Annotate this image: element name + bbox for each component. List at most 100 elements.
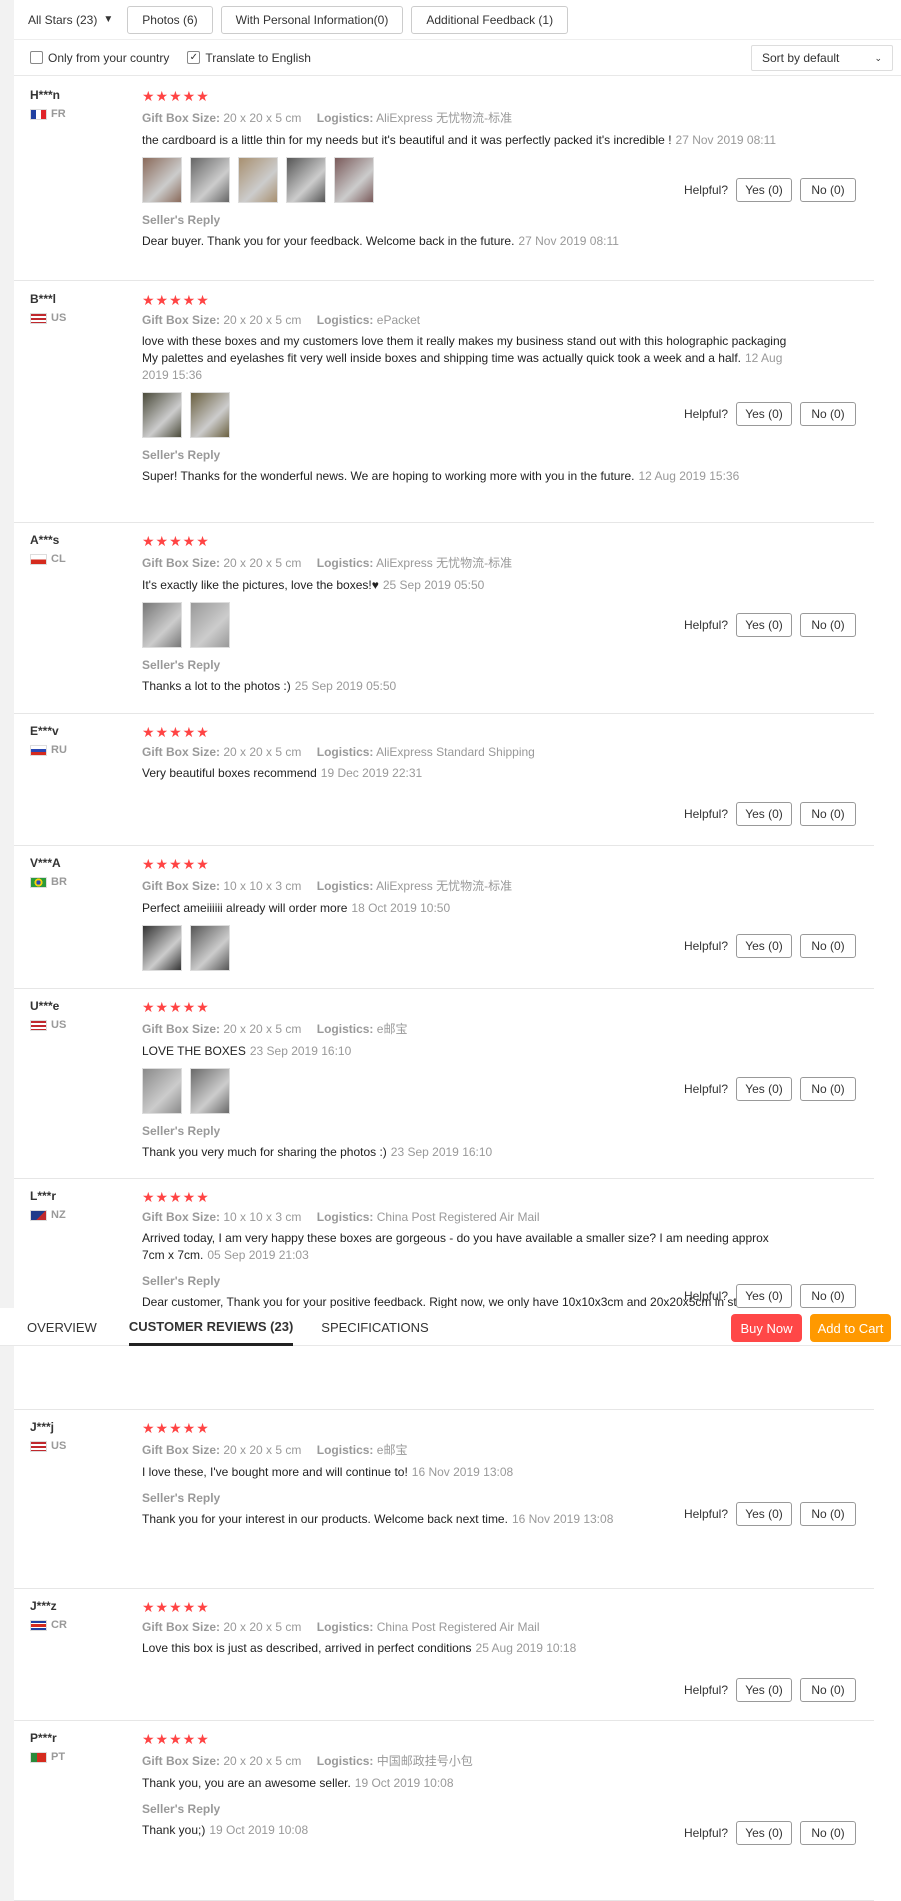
seller-reply-date: 19 Oct 2019 10:08 xyxy=(209,1823,309,1837)
review-photo-thumbnail[interactable] xyxy=(190,157,230,203)
reviewer-country: BR xyxy=(30,876,67,888)
sort-label: Sort by default xyxy=(762,51,840,65)
helpful-yes-button[interactable]: Yes (0) xyxy=(736,934,792,958)
flag-icon xyxy=(30,1619,47,1631)
helpful-yes-button[interactable]: Yes (0) xyxy=(736,802,792,826)
chevron-down-icon: ⌄ xyxy=(874,52,882,63)
reviewer-name: U***e xyxy=(30,999,60,1013)
review-item: V***A BR ★★★★★ Gift Box Size: 10 x 10 x … xyxy=(14,846,874,989)
reviewer-info: V***A BR xyxy=(30,856,67,888)
helpful-no-button[interactable]: No (0) xyxy=(800,1678,856,1702)
flag-icon xyxy=(30,876,47,888)
review-date: 16 Nov 2019 13:08 xyxy=(411,1465,514,1479)
helpful-controls: Helpful? Yes (0) No (0) xyxy=(684,613,856,637)
helpful-no-button[interactable]: No (0) xyxy=(800,1284,856,1308)
translate-checkbox[interactable]: ✓ Translate to English xyxy=(187,51,311,65)
helpful-label: Helpful? xyxy=(683,807,728,821)
reviewer-country: FR xyxy=(30,108,66,120)
additional-feedback-filter-button[interactable]: Additional Feedback (1) xyxy=(411,5,569,34)
logistics-value: ePacket xyxy=(376,313,421,327)
review-photo-thumbnail[interactable] xyxy=(286,157,326,203)
reviewer-info: H***n FR xyxy=(30,88,66,120)
photos-filter-button[interactable]: Photos (6) xyxy=(127,5,213,34)
chevron-down-icon: ▼ xyxy=(103,14,114,25)
review-meta: Gift Box Size: 20 x 20 x 5 cm Logistics:… xyxy=(142,313,787,327)
review-date: 25 Sep 2019 05:50 xyxy=(382,578,485,592)
buy-now-button[interactable]: Buy Now xyxy=(731,1314,802,1342)
logistics-label: Logistics: xyxy=(316,313,374,327)
review-meta: Gift Box Size: 20 x 20 x 5 cm Logistics:… xyxy=(142,745,787,759)
review-photo-thumbnail[interactable] xyxy=(142,602,182,648)
sort-select[interactable]: Sort by default ⌄ xyxy=(751,45,893,71)
seller-reply-date: 16 Nov 2019 13:08 xyxy=(511,1512,614,1526)
reviewer-info: P***r PT xyxy=(30,1731,65,1763)
country-code: US xyxy=(51,1019,67,1031)
reviewer-country: NZ xyxy=(30,1209,66,1221)
review-photo-thumbnail[interactable] xyxy=(190,392,230,438)
helpful-no-button[interactable]: No (0) xyxy=(800,613,856,637)
reviewer-name: J***j xyxy=(30,1420,55,1434)
reviewer-country: PT xyxy=(30,1751,65,1763)
reviewer-country: US xyxy=(30,312,66,324)
review-photo-thumbnail[interactable] xyxy=(334,157,374,203)
helpful-no-button[interactable]: No (0) xyxy=(800,402,856,426)
personal-info-filter-button[interactable]: With Personal Information(0) xyxy=(220,5,404,34)
helpful-yes-button[interactable]: Yes (0) xyxy=(736,613,792,637)
size-value: 10 x 10 x 3 cm xyxy=(223,1210,302,1224)
reviewer-country: US xyxy=(30,1440,66,1452)
helpful-controls: Helpful? Yes (0) No (0) xyxy=(684,1502,856,1526)
helpful-yes-button[interactable]: Yes (0) xyxy=(736,1284,792,1308)
flag-icon xyxy=(30,1209,47,1221)
review-meta: Gift Box Size: 20 x 20 x 5 cm Logistics:… xyxy=(142,1620,787,1634)
review-photo-thumbnail[interactable] xyxy=(190,1068,230,1114)
helpful-controls: Helpful? Yes (0) No (0) xyxy=(684,1077,856,1101)
tab-overview[interactable]: OVERVIEW xyxy=(27,1308,97,1346)
helpful-no-button[interactable]: No (0) xyxy=(800,1502,856,1526)
logistics-label: Logistics: xyxy=(316,111,374,125)
review-photo-thumbnail[interactable] xyxy=(238,157,278,203)
review-meta: Gift Box Size: 20 x 20 x 5 cm Logistics:… xyxy=(142,109,787,126)
helpful-yes-button[interactable]: Yes (0) xyxy=(736,178,792,202)
helpful-yes-button[interactable]: Yes (0) xyxy=(736,1678,792,1702)
helpful-label: Helpful? xyxy=(683,1683,728,1697)
review-photo-thumbnail[interactable] xyxy=(142,1068,182,1114)
review-photo-thumbnail[interactable] xyxy=(142,157,182,203)
review-photo-thumbnail[interactable] xyxy=(190,925,230,971)
country-code: US xyxy=(51,312,67,324)
logistics-value: AliExpress 无忧物流-标准 xyxy=(376,111,513,125)
reviewer-name: J***z xyxy=(30,1599,57,1613)
add-to-cart-button[interactable]: Add to Cart xyxy=(810,1314,891,1342)
checkbox-unchecked-icon xyxy=(30,51,43,64)
helpful-no-button[interactable]: No (0) xyxy=(800,934,856,958)
review-text: LOVE THE BOXES 23 Sep 2019 16:10 xyxy=(142,1044,352,1058)
helpful-no-button[interactable]: No (0) xyxy=(800,1821,856,1845)
review-item: U***e US ★★★★★ Gift Box Size: 20 x 20 x … xyxy=(14,989,874,1179)
reviewer-info: E***v RU xyxy=(30,724,67,756)
review-photo-thumbnail[interactable] xyxy=(190,602,230,648)
rating-stars: ★★★★★ xyxy=(142,856,210,872)
size-value: 20 x 20 x 5 cm xyxy=(223,1754,302,1768)
seller-reply-heading: Seller's Reply xyxy=(142,658,221,672)
review-date: 18 Oct 2019 10:50 xyxy=(351,901,451,915)
only-country-checkbox[interactable]: Only from your country xyxy=(30,51,169,65)
tab-customer-reviews[interactable]: CUSTOMER REVIEWS (23) xyxy=(128,1308,294,1346)
helpful-yes-button[interactable]: Yes (0) xyxy=(736,1077,792,1101)
review-meta: Gift Box Size: 10 x 10 x 3 cm Logistics:… xyxy=(142,877,787,894)
helpful-no-button[interactable]: No (0) xyxy=(800,802,856,826)
helpful-no-button[interactable]: No (0) xyxy=(800,1077,856,1101)
review-photo-thumbnail[interactable] xyxy=(142,392,182,438)
helpful-yes-button[interactable]: Yes (0) xyxy=(736,1502,792,1526)
seller-reply-date: 23 Sep 2019 16:10 xyxy=(390,1145,493,1159)
helpful-yes-button[interactable]: Yes (0) xyxy=(736,402,792,426)
helpful-no-button[interactable]: No (0) xyxy=(800,178,856,202)
helpful-yes-button[interactable]: Yes (0) xyxy=(736,1821,792,1845)
review-photo-thumbnail[interactable] xyxy=(142,925,182,971)
tab-specifications[interactable]: SPECIFICATIONS xyxy=(321,1308,428,1346)
rating-stars: ★★★★★ xyxy=(142,292,210,308)
star-filter-select[interactable]: All Stars (23) ▼ xyxy=(28,13,113,27)
review-meta: Gift Box Size: 20 x 20 x 5 cm Logistics:… xyxy=(142,554,787,571)
country-code: BR xyxy=(51,876,67,888)
size-label: Gift Box Size: xyxy=(142,556,221,570)
review-content: ★★★★★ Gift Box Size: 20 x 20 x 5 cm Logi… xyxy=(142,724,787,782)
seller-reply-text: Dear buyer. Thank you for your feedback.… xyxy=(142,234,619,248)
